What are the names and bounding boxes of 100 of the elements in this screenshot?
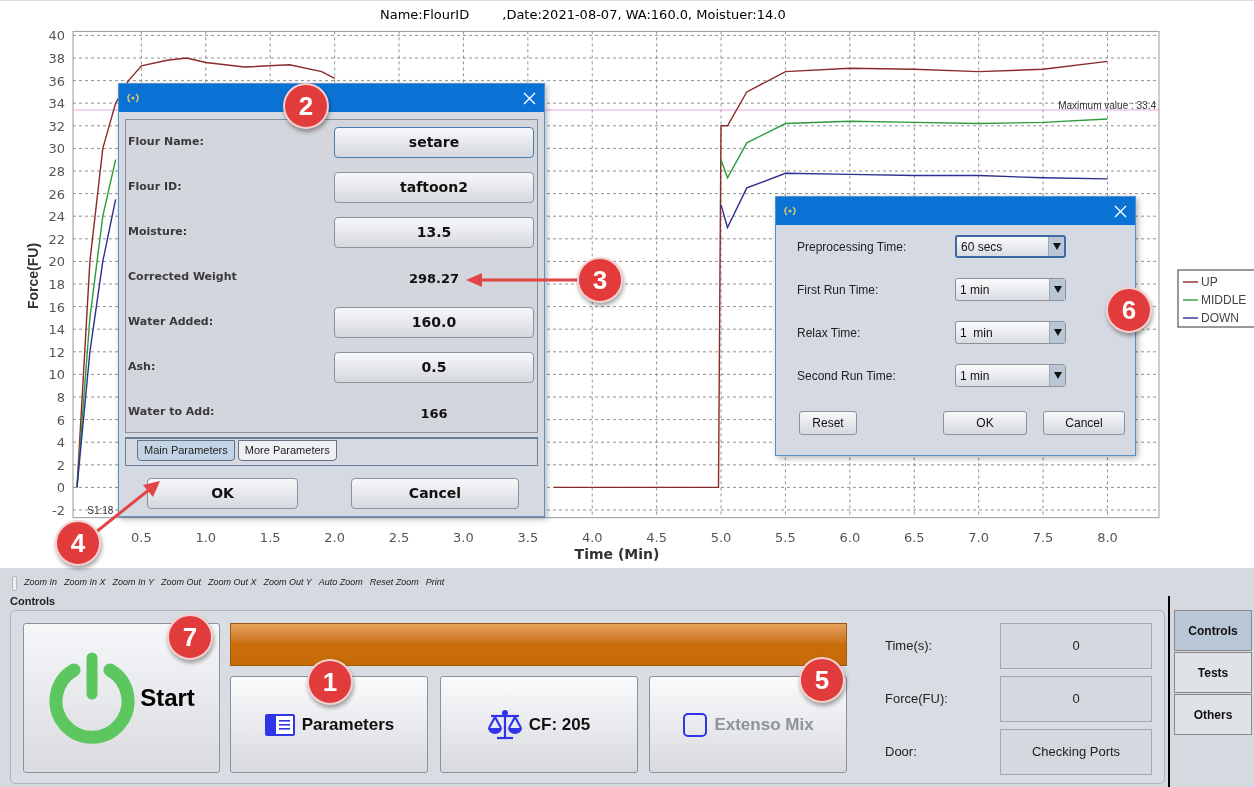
axis-tick-label: 16 <box>48 299 65 315</box>
axis-tick-label: 3.5 <box>517 530 539 545</box>
action-button[interactable]: CF: 205 <box>439 676 638 773</box>
legend-item: DOWN <box>1182 311 1239 325</box>
axis-tick-label: 5.5 <box>775 530 796 545</box>
toolbar-link[interactable]: Zoom Out X <box>207 576 257 590</box>
dropdown-arrow-icon <box>1053 286 1062 293</box>
value-button[interactable]: 160.0 <box>334 307 534 338</box>
axis-tick-label: 4 <box>56 435 65 451</box>
annotation-label: S1:18 <box>87 505 114 516</box>
toolbar-link[interactable]: Zoom In X <box>64 576 106 590</box>
axis-tick-label: 1.0 <box>195 530 217 545</box>
axis-tick-label: 18 <box>48 277 65 292</box>
toolbar-link[interactable]: Zoom In <box>24 576 57 590</box>
axis-tick-label: 34 <box>48 96 65 112</box>
axis-tick-label: 3.0 <box>453 530 474 545</box>
dropdown-arrow-icon <box>1053 329 1062 336</box>
value-button[interactable]: setare <box>334 127 534 158</box>
toolbar-grip[interactable] <box>12 575 17 591</box>
threshold-label: Maximum value : 33.4 <box>1058 100 1156 111</box>
axis-tick-label: 7.5 <box>1032 530 1054 545</box>
axis-tick-label: 30 <box>48 141 65 157</box>
toolbar-link[interactable]: Auto Zoom <box>318 576 363 590</box>
field-label: Relax Time: <box>797 324 862 342</box>
axis-tick-label: 0 <box>56 480 65 496</box>
value-button[interactable]: 13.5 <box>334 217 534 248</box>
close-icon[interactable] <box>523 91 536 105</box>
axis-tick-label: 6 <box>56 412 65 428</box>
axis-tick-label: 8 <box>56 390 65 405</box>
toolbar-link[interactable]: Print <box>425 576 445 590</box>
legend-item: MIDDLE <box>1182 293 1247 307</box>
legend-label: DOWN <box>1201 311 1239 325</box>
readout-field: 0 <box>1000 623 1152 669</box>
legend-label: MIDDLE <box>1201 293 1247 307</box>
axis-tick-label: 4.0 <box>581 530 603 545</box>
side-tab[interactable]: Tests <box>1174 652 1252 693</box>
dialog-button[interactable]: Cancel <box>1043 411 1125 435</box>
side-tab[interactable]: Controls <box>1174 610 1252 651</box>
document-icon <box>263 712 296 737</box>
axis-tick-label: 8.0 <box>1097 530 1118 545</box>
readout-label: Force(FU): <box>885 690 949 709</box>
axis-tick-label: 2.0 <box>324 530 345 545</box>
field-label: Preprocessing Time: <box>797 238 908 256</box>
field-label: Water to Add: <box>128 404 216 421</box>
field-label: Corrected Weight <box>128 269 238 286</box>
field-label: Ash: <box>128 359 157 376</box>
value-button[interactable]: 0.5 <box>334 352 534 383</box>
axis-tick-label: 32 <box>48 118 65 134</box>
checkbox-icon <box>682 711 709 738</box>
toolbar-link[interactable]: Zoom Out <box>160 576 201 590</box>
dropdown[interactable]: 1 min <box>955 321 1066 344</box>
field-label: Water Added: <box>128 314 215 331</box>
axis-tick-label: 38 <box>48 51 65 66</box>
axis-tick-label: 14 <box>48 322 65 338</box>
axis-tick-label: 28 <box>48 164 65 179</box>
dropdown[interactable]: 1 min <box>955 278 1066 301</box>
axis-tick-label: 4.5 <box>646 530 667 545</box>
axis-tick-label: 2.5 <box>388 530 410 545</box>
close-icon[interactable] <box>1114 204 1127 218</box>
dialog-tab[interactable]: Main Parameters <box>137 440 235 461</box>
toolbar-link[interactable]: Zoom Out Y <box>263 576 312 590</box>
dialog-button[interactable]: OK <box>943 411 1027 435</box>
dropdown[interactable]: 1 min <box>955 364 1066 387</box>
dialog-tab[interactable]: More Parameters <box>237 440 337 461</box>
axis-tick-label: -2 <box>52 503 65 518</box>
axis-tick-label: 2 <box>56 457 65 473</box>
power-icon <box>48 652 137 744</box>
toolbar-link[interactable]: Reset Zoom <box>369 576 419 590</box>
legend-label: UP <box>1201 275 1218 289</box>
axis-tick-label: 22 <box>48 231 65 247</box>
field-label: Flour ID: <box>128 179 183 196</box>
axis-tick-label: 12 <box>48 344 65 360</box>
axis-tick-label: 1.5 <box>259 530 281 545</box>
toolbar-link[interactable]: Zoom In Y <box>112 576 154 590</box>
axis-tick-label: 36 <box>48 73 65 89</box>
value-button[interactable]: taftoon2 <box>334 172 534 203</box>
readout-label: Door: <box>885 743 918 762</box>
field-value: 298.27 <box>408 270 460 286</box>
axis-tick-label: 7.0 <box>968 530 989 545</box>
chart-title: Name:FlourID ,Date:2021-08-07, WA:160.0, Moistuer:14.0 <box>380 7 786 22</box>
field-label: Second Run Time: <box>797 367 897 385</box>
dropdown-arrow-icon <box>1053 372 1062 379</box>
field-label: First Run Time: <box>797 281 880 299</box>
dropdown[interactable]: 60 secs <box>955 235 1066 258</box>
side-tab[interactable]: Others <box>1174 694 1252 735</box>
axis-tick-label: 6.5 <box>903 530 925 545</box>
field-value: 166 <box>420 405 448 421</box>
dialog-button[interactable]: OK <box>147 478 298 509</box>
axis-tick-label: 20 <box>48 254 65 270</box>
axis-tick-label: 5.0 <box>710 530 732 545</box>
dialog-button[interactable]: Cancel <box>351 478 519 509</box>
dialog-button[interactable]: Reset <box>799 411 857 435</box>
app-icon <box>127 92 139 104</box>
axis-tick-label: 40 <box>48 28 65 44</box>
section-title: Controls <box>10 593 56 609</box>
readout-field: 0 <box>1000 676 1152 722</box>
scale-icon <box>486 708 523 741</box>
axis-tick-label: 10 <box>48 367 65 383</box>
readout-field: Checking Ports <box>1000 729 1152 775</box>
dropdown-arrow-icon <box>1052 243 1061 250</box>
